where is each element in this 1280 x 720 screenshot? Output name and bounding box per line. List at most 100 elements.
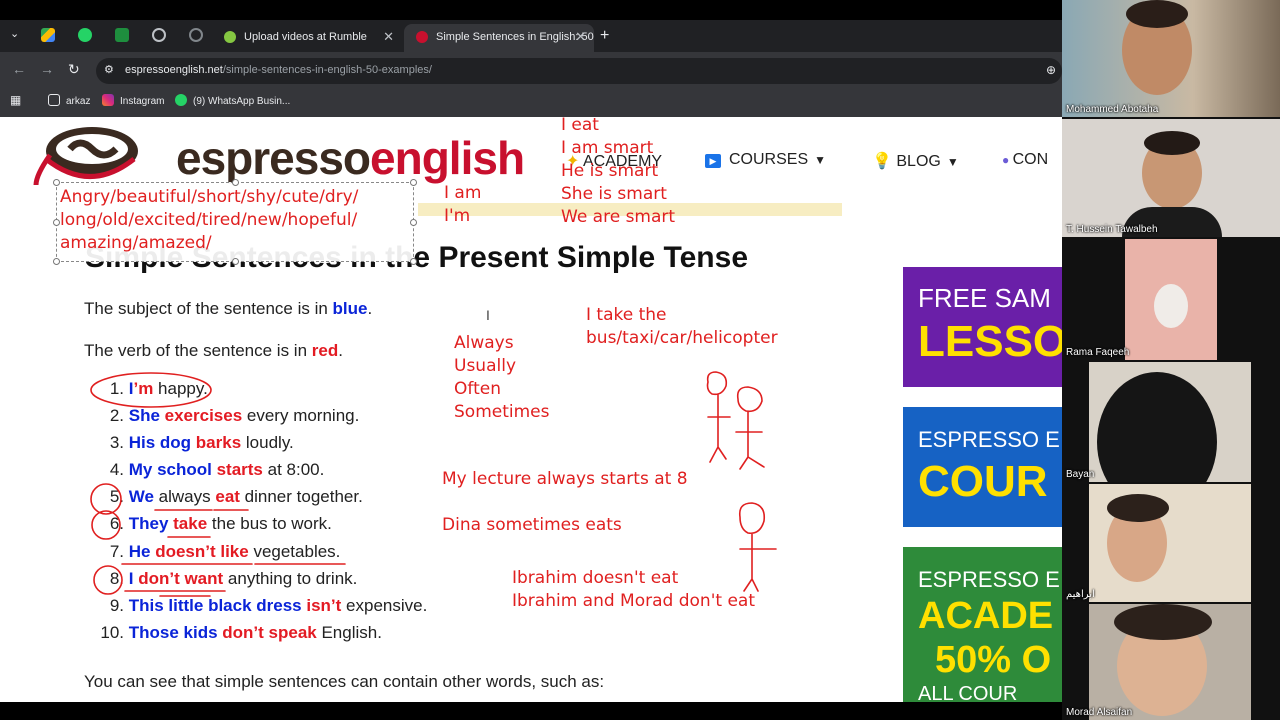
academy-banner[interactable]: ESPRESSO E ACADE 50% O ALL COUR [903, 547, 1062, 702]
free-sample-banner[interactable]: FREE SAM LESSO [903, 267, 1062, 387]
bookmark-arkaz[interactable]: arkaz [48, 94, 90, 107]
tab-rumble[interactable]: Upload videos at Rumble ✕ [212, 24, 402, 52]
rest-text: English. [316, 622, 382, 642]
resize-handle[interactable] [53, 258, 60, 265]
item-number: 1. [109, 379, 124, 398]
logo-part2: english [370, 132, 525, 184]
hair [1126, 0, 1188, 28]
subject-text: They [128, 514, 169, 534]
i-am-annotation: I am I'm [444, 182, 481, 228]
banner-line3: 50% O [935, 639, 1052, 681]
site-info-icon[interactable]: ⚙ [104, 63, 114, 76]
list-item: 8. I don’t want anything to drink. [94, 569, 427, 596]
banner-line1: ESPRESSO E [918, 427, 1060, 452]
nav-blog[interactable]: 💡 BLOG ▼ [872, 151, 959, 171]
participant-name: ابراهيم [1066, 589, 1095, 600]
nav-contact[interactable]: ● CON [1002, 151, 1048, 169]
back-icon[interactable]: ← [12, 61, 26, 77]
item-number: 9. [109, 595, 124, 615]
resize-handle[interactable] [232, 179, 239, 186]
she-is-annotation: I eat I am smart He is smart She is smar… [561, 117, 675, 229]
verb-line: The verb of the sentence is in red. [84, 341, 343, 361]
annotation-line: Often [454, 379, 501, 399]
stick-figure [735, 386, 765, 470]
list-item: 2. She exercises every morning. [94, 406, 427, 433]
globe-tab-icon[interactable] [189, 28, 203, 42]
resize-handle[interactable] [232, 258, 239, 265]
whatsapp-tab-icon[interactable] [78, 28, 92, 42]
banner-line2: LESSO [918, 317, 1062, 366]
nav-courses[interactable]: ▶ COURSES ▼ [705, 151, 826, 169]
annotation-line: Ibrahim doesn't eat [512, 568, 679, 588]
item-number: 6. [109, 514, 124, 534]
hair [1114, 604, 1212, 640]
sheets-tab-icon[interactable] [115, 28, 129, 42]
subject-text: My school [128, 460, 212, 480]
banner-line4: ALL COUR [918, 683, 1018, 702]
rest-text: every morning. [242, 406, 360, 426]
subject-line-text: The subject of the sentence is in [84, 299, 333, 318]
verb-text: eat [215, 487, 240, 507]
bookmark-instagram[interactable]: Instagram [102, 94, 164, 107]
participant-tile[interactable]: Bayan [1062, 362, 1280, 482]
rest-text: loudly. [241, 433, 294, 453]
espresso-favicon-icon [416, 31, 428, 43]
resize-handle[interactable] [410, 219, 417, 226]
verb-text: doesn’t like [150, 541, 249, 561]
participant-tile[interactable]: Morad Alsaifan [1062, 604, 1280, 720]
list-item: 6. They take the bus to work. [94, 514, 427, 541]
new-tab-button[interactable]: + [600, 27, 609, 45]
participant-tile[interactable]: ابراهيم [1062, 484, 1280, 602]
close-tab-icon[interactable]: ✕ [383, 24, 394, 50]
verb-line-end: . [338, 341, 343, 360]
annotation-line: amazing/amazed/ [60, 233, 212, 253]
subject-text: Those kids [128, 622, 218, 642]
url-text[interactable]: espressoenglish.net/simple-sentences-in-… [125, 64, 432, 76]
frequency-annotation: Always Usually Often Sometimes [454, 332, 549, 424]
verb-text: don’t want [133, 568, 224, 588]
drive-tab-icon[interactable] [41, 28, 55, 42]
reload-icon[interactable]: ↻ [68, 61, 80, 78]
subject-text: She [128, 406, 160, 426]
subject-line-end: . [367, 299, 373, 318]
hair [1107, 494, 1169, 522]
annotation-line: Sometimes [454, 402, 550, 422]
forward-icon[interactable]: → [40, 61, 54, 77]
annotation-line: Ibrahim and Morad don't eat [512, 591, 755, 611]
annotation-line: Usually [454, 356, 516, 376]
play-icon: ▶ [705, 154, 721, 168]
lightbulb-icon: 💡 [872, 153, 897, 170]
bookmark-label: Instagram [120, 96, 165, 107]
participant-tile[interactable]: Rama Faqeeh [1062, 239, 1280, 360]
top-strip [0, 0, 1062, 20]
instagram-icon [102, 94, 114, 106]
annotation-line: I am smart [561, 138, 654, 158]
participant-tile[interactable]: Mohammed Abotaha [1062, 0, 1280, 117]
text-cursor-icon: I [486, 307, 490, 323]
resize-handle[interactable] [410, 179, 417, 186]
resize-handle[interactable] [410, 258, 417, 265]
participant-tile[interactable]: T. Hussein Tawalbeh [1062, 119, 1280, 237]
list-item: 5. We always eat dinner together. [94, 487, 427, 514]
red-word: red [311, 341, 339, 360]
participant-name: Morad Alsaifan [1066, 707, 1133, 718]
resize-handle[interactable] [53, 219, 60, 226]
zoom-icon[interactable]: ⊕ [1046, 63, 1056, 77]
list-item: 9. This little black dress isn’t expensi… [94, 595, 428, 623]
annotation-line: I take the [586, 305, 667, 325]
close-tab-icon[interactable]: ✕ [575, 24, 586, 50]
resize-handle[interactable] [53, 179, 60, 186]
annotation-line: We are smart [561, 207, 676, 227]
annotation-line: Always [454, 333, 514, 353]
courses-banner[interactable]: ESPRESSO E COUR [903, 407, 1062, 527]
chatgpt-tab-icon[interactable] [152, 28, 166, 42]
tab-espresso[interactable]: Simple Sentences in English: 50 ✕ [404, 24, 594, 52]
tab-search-icon[interactable]: ⌄ [10, 27, 19, 40]
list-item: 1. I’m happy. [94, 379, 427, 406]
bookmark-whatsapp[interactable]: (9) WhatsApp Busin... [175, 94, 290, 107]
rumble-icon [224, 31, 236, 43]
list-item: 7. He doesn’t like vegetables. [94, 542, 427, 569]
apps-grid-icon[interactable]: ▦ [10, 93, 21, 107]
lecture-annotation: My lecture always starts at 8 [442, 469, 688, 489]
url-host: espressoenglish.net [125, 64, 223, 76]
